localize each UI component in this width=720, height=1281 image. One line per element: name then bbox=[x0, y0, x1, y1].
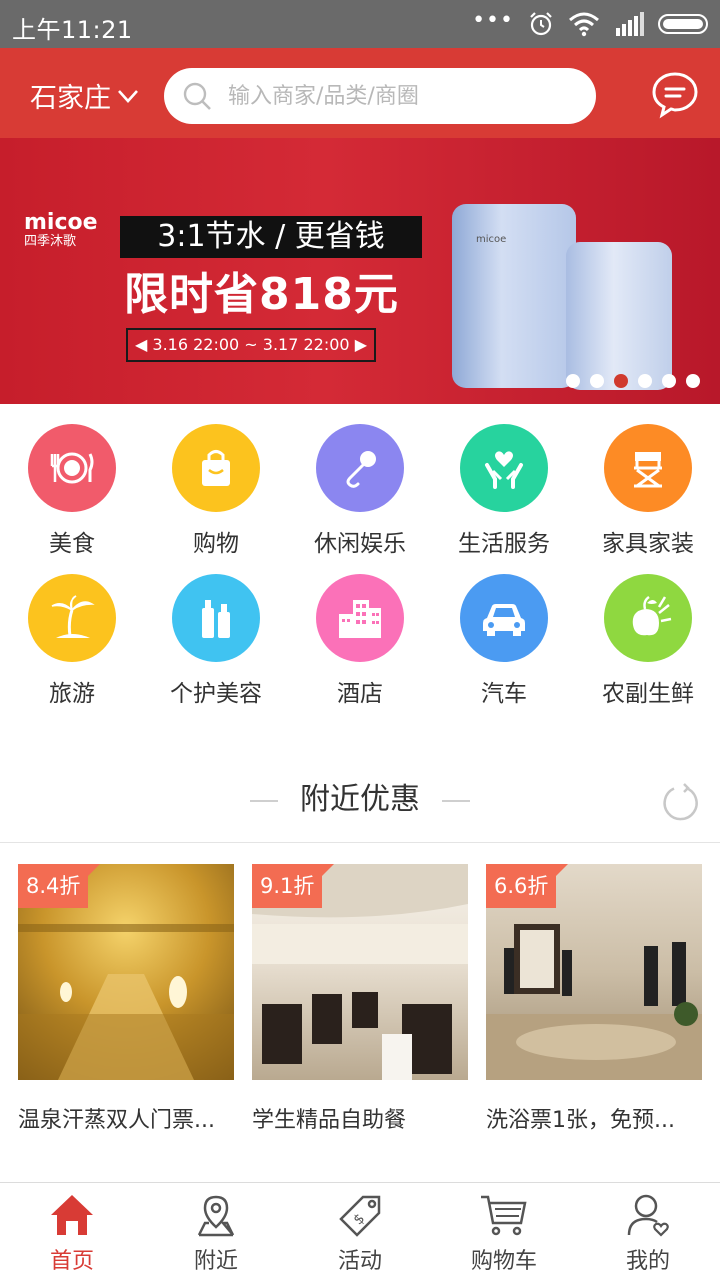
nav-home[interactable]: 首页 bbox=[0, 1183, 144, 1281]
title-divider bbox=[442, 799, 470, 802]
city-selector[interactable]: 石家庄 bbox=[30, 76, 139, 115]
tag-icon: $ bbox=[339, 1195, 381, 1237]
brand-logo: micoe 四季沐歌 bbox=[24, 212, 98, 250]
signal-icon bbox=[616, 12, 644, 36]
water-heater-image: micoe bbox=[452, 204, 576, 388]
banner-headline: 3:1节水 / 更省钱 bbox=[120, 216, 422, 258]
deal-title: 温泉汗蒸双人门票... bbox=[18, 1108, 215, 1133]
promo-banner[interactable]: micoe 四季沐歌 3:1节水 / 更省钱 限时省818元 ◀ 3.16 22… bbox=[0, 138, 720, 404]
wifi-icon bbox=[569, 12, 599, 37]
home-icon bbox=[51, 1195, 93, 1235]
nav-nearby[interactable]: 附近 bbox=[144, 1183, 288, 1281]
overflow-dots: ••• bbox=[472, 8, 514, 33]
category-car[interactable]: 汽车 bbox=[432, 554, 576, 708]
deal-title: 学生精品自助餐 bbox=[252, 1108, 407, 1133]
top-header: 石家庄 bbox=[0, 48, 720, 138]
product-label: micoe bbox=[476, 234, 507, 245]
banner-promo: 限时省818元 bbox=[124, 269, 399, 320]
nav-label: 附近 bbox=[193, 1249, 238, 1274]
cart-icon bbox=[481, 1195, 527, 1236]
category-label: 汽车 bbox=[481, 681, 527, 707]
category-label: 购物 bbox=[193, 531, 239, 557]
food-icon bbox=[28, 424, 116, 512]
chevron-down-icon bbox=[118, 89, 138, 103]
directors-chair-icon bbox=[604, 424, 692, 512]
carousel-dot[interactable] bbox=[566, 374, 580, 388]
deal-card[interactable]: 9.1折 学生精品自助餐 bbox=[252, 864, 468, 1134]
category-label: 家具家装 bbox=[602, 531, 694, 557]
carousel-indicator bbox=[566, 374, 700, 388]
category-travel[interactable]: 旅游 bbox=[0, 554, 144, 708]
category-label: 旅游 bbox=[49, 681, 95, 707]
category-label: 休闲娱乐 bbox=[314, 531, 406, 557]
microphone-icon bbox=[316, 424, 404, 512]
nav-activity[interactable]: $ 活动 bbox=[288, 1183, 432, 1281]
status-bar: 上午11:21 ••• bbox=[0, 0, 720, 48]
cosmetics-icon bbox=[172, 574, 260, 662]
message-icon[interactable] bbox=[650, 70, 700, 120]
category-grid: 美食 购物 休闲娱乐 生活服务 家具家装 旅游 个护美容 酒店 汽车 农副生鲜 bbox=[0, 404, 720, 740]
discount-badge: 8.4折 bbox=[18, 864, 101, 908]
hotel-building-icon bbox=[316, 574, 404, 662]
search-input[interactable] bbox=[226, 82, 570, 110]
carousel-dot[interactable] bbox=[638, 374, 652, 388]
brand-name-cn: 四季沐歌 bbox=[24, 234, 77, 249]
banner-date-range: ◀ 3.16 22:00 ~ 3.17 22:00 ▶ bbox=[126, 328, 376, 362]
location-pin-icon bbox=[197, 1195, 235, 1237]
palm-tree-icon bbox=[28, 574, 116, 662]
nav-label: 购物车 bbox=[470, 1249, 537, 1274]
category-shopping[interactable]: 购物 bbox=[144, 404, 288, 558]
category-fresh-produce[interactable]: 农副生鲜 bbox=[576, 554, 720, 708]
category-life-services[interactable]: 生活服务 bbox=[432, 404, 576, 558]
water-heater-image-small bbox=[566, 242, 672, 390]
user-icon bbox=[627, 1194, 669, 1237]
refresh-icon[interactable] bbox=[660, 782, 700, 822]
deal-title: 洗浴票1张，免预... bbox=[486, 1108, 675, 1133]
city-label: 石家庄 bbox=[30, 83, 111, 114]
carousel-dot[interactable] bbox=[590, 374, 604, 388]
deal-card[interactable]: 6.6折 洗浴票1张，免预... bbox=[486, 864, 702, 1134]
nearby-title: 附近优惠 bbox=[300, 782, 420, 817]
discount-badge: 6.6折 bbox=[486, 864, 569, 908]
alarm-icon bbox=[530, 12, 552, 36]
nav-label: 首页 bbox=[49, 1249, 94, 1274]
brand-name-en: micoe bbox=[24, 210, 98, 235]
title-divider bbox=[250, 799, 278, 802]
carousel-dot[interactable] bbox=[686, 374, 700, 388]
category-food[interactable]: 美食 bbox=[0, 404, 144, 558]
deal-image: 8.4折 bbox=[18, 864, 234, 1080]
category-entertainment[interactable]: 休闲娱乐 bbox=[288, 404, 432, 558]
battery-icon bbox=[658, 14, 708, 34]
fruit-icon bbox=[604, 574, 692, 662]
search-bar[interactable] bbox=[164, 68, 596, 124]
category-label: 生活服务 bbox=[458, 531, 550, 557]
nav-profile[interactable]: 我的 bbox=[576, 1183, 720, 1281]
nav-label: 我的 bbox=[625, 1249, 670, 1274]
status-time: 上午11:21 bbox=[12, 16, 133, 44]
shopping-bag-icon bbox=[172, 424, 260, 512]
carousel-dot-active[interactable] bbox=[614, 374, 628, 388]
deal-image: 9.1折 bbox=[252, 864, 468, 1080]
bottom-nav: 首页 附近 $ 活动 购物车 我的 bbox=[0, 1182, 720, 1281]
nearby-section-header: 附近优惠 bbox=[0, 774, 720, 818]
heart-hands-icon bbox=[460, 424, 548, 512]
nav-cart[interactable]: 购物车 bbox=[432, 1183, 576, 1281]
carousel-dot[interactable] bbox=[662, 374, 676, 388]
category-label: 美食 bbox=[49, 531, 95, 557]
category-hotel[interactable]: 酒店 bbox=[288, 554, 432, 708]
search-icon bbox=[183, 82, 211, 110]
deal-image: 6.6折 bbox=[486, 864, 702, 1080]
nav-label: 活动 bbox=[337, 1249, 382, 1274]
car-icon bbox=[460, 574, 548, 662]
category-label: 个护美容 bbox=[170, 681, 262, 707]
deal-card[interactable]: 8.4折 温泉汗蒸双人门票... bbox=[18, 864, 234, 1134]
discount-badge: 9.1折 bbox=[252, 864, 335, 908]
category-label: 酒店 bbox=[337, 681, 383, 707]
category-furniture[interactable]: 家具家装 bbox=[576, 404, 720, 558]
section-divider bbox=[0, 842, 720, 843]
category-beauty[interactable]: 个护美容 bbox=[144, 554, 288, 708]
category-label: 农副生鲜 bbox=[602, 681, 694, 707]
